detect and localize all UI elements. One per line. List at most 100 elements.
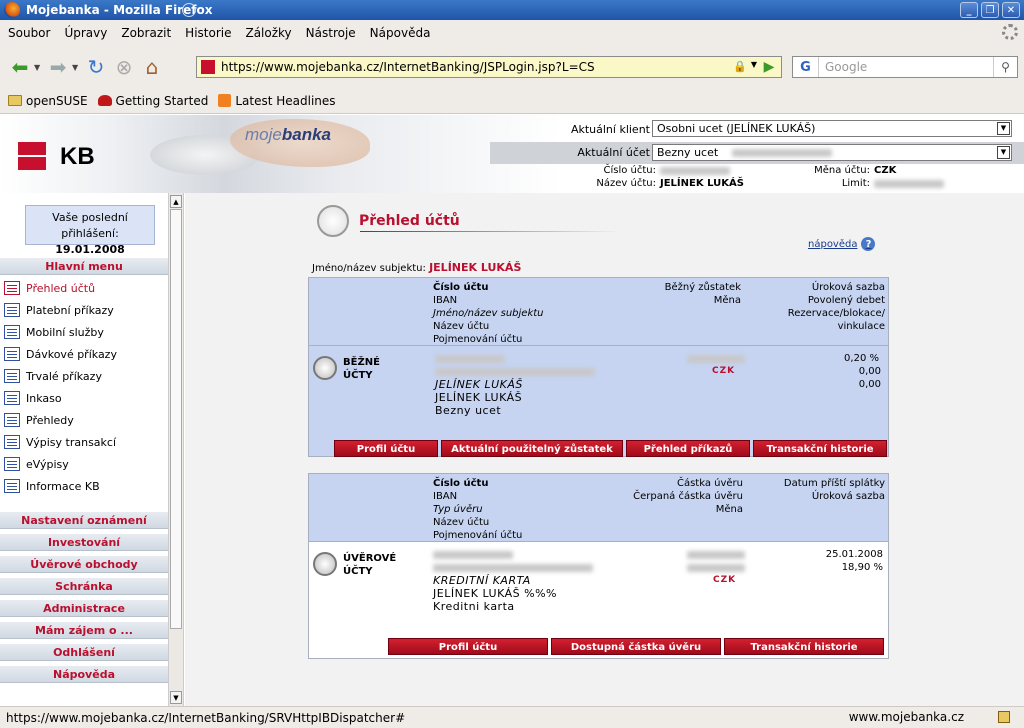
client-select[interactable]: Osobni ucet (JELÍNEK LUKÁŠ) ▼ [652, 120, 1012, 137]
account-select[interactable]: Bezny ucet ▼ [652, 144, 1012, 161]
maximize-button[interactable]: ❐ [981, 2, 999, 18]
sidebar-item-label: Výpisy transakcí [26, 435, 117, 449]
navigation-toolbar: ⬅ ▼ ➡ ▼ ↻ ⊗ ⌂ https://www.mojebanka.cz/I… [0, 46, 1024, 88]
main-menu-header[interactable]: Hlavní menu [0, 257, 168, 275]
sidebar-item-evypisy[interactable]: eVýpisy [0, 453, 168, 475]
section-schranka[interactable]: Schránka [0, 577, 168, 595]
back-dropdown-icon[interactable]: ▼ [34, 63, 44, 72]
acct-name-label: Název účtu: [596, 178, 656, 189]
help-text: nápověda [808, 238, 858, 250]
scroll-thumb[interactable] [170, 209, 182, 629]
search-input[interactable]: Google [819, 60, 993, 74]
section-administrace[interactable]: Administrace [0, 599, 168, 617]
forward-button[interactable]: ➡ [44, 53, 72, 81]
col-mena: Měna [713, 295, 741, 306]
sidebar-item-informace-kb[interactable]: Informace KB [0, 475, 168, 497]
bookmark-label: Getting Started [115, 93, 209, 108]
client-value: Osobni ucet (JELÍNEK LUKÁŠ) [657, 122, 816, 135]
menu-zalozky[interactable]: Záložky [245, 26, 291, 40]
blurred-balance [687, 352, 745, 365]
close-button[interactable]: ✕ [1002, 2, 1020, 18]
sidebar-item-label: Mobilní služby [26, 325, 104, 339]
scroll-up-icon[interactable]: ▲ [170, 195, 182, 208]
sidebar-item-prehledy[interactable]: Přehledy [0, 409, 168, 431]
blurred-account-number [433, 548, 513, 561]
sidebar-item-davkove-prikazy[interactable]: Dávkové příkazy [0, 343, 168, 365]
account-name: JELÍNEK LUKÁŠ %%% [433, 587, 557, 600]
col-castka-uveru: Částka úvěru [676, 478, 743, 489]
chevron-down-icon[interactable]: ▼ [997, 122, 1010, 135]
search-box[interactable]: G Google ⚲ [792, 56, 1018, 78]
currency-value: CZK [874, 165, 897, 176]
menu-napoveda[interactable]: Nápověda [370, 26, 431, 40]
available-balance-button[interactable]: Aktuální použitelný zůstatek [441, 440, 623, 457]
menu-historie[interactable]: Historie [185, 26, 231, 40]
sidebar-item-label: Přehled účtů [26, 281, 96, 295]
sidebar-item-mobilni-sluzby[interactable]: Mobilní služby [0, 321, 168, 343]
web-page: KB mojebanka Aktuální klient Osobni ucet… [0, 115, 1024, 706]
sidebar-item-platebni-prikazy[interactable]: Platební příkazy [0, 299, 168, 321]
orders-overview-button[interactable]: Přehled příkazů [626, 440, 750, 457]
bookmark-getting-started[interactable]: Getting Started [97, 93, 209, 108]
next-payment-date: 25.01.2008 [825, 549, 883, 560]
sync-icon [182, 3, 196, 17]
section-odhlaseni[interactable]: Odhlášení [0, 643, 168, 661]
section-nastaveni-oznameni[interactable]: Nastavení oznámení [0, 511, 168, 529]
col-pojmenovani: Pojmenování účtu [433, 334, 523, 345]
bookmark-opensuse[interactable]: openSUSE [8, 94, 88, 108]
overview-icon [4, 413, 20, 427]
brand-suffix: banka [281, 125, 331, 144]
blurred-iban [433, 561, 593, 574]
menu-soubor[interactable]: Soubor [8, 26, 50, 40]
left-sidebar: Vaše poslední přihlášení: 19.01.2008 12:… [0, 193, 184, 706]
available-credit-button[interactable]: Dostupná částka úvěru [551, 638, 721, 655]
folder-icon [8, 95, 22, 106]
profile-button[interactable]: Profil účtu [334, 440, 438, 457]
loan-profile-button[interactable]: Profil účtu [388, 638, 548, 655]
bookmark-label: openSUSE [26, 93, 88, 108]
sidebar-scrollbar[interactable]: ▲ ▼ [168, 193, 183, 706]
reload-button[interactable]: ↻ [82, 53, 110, 81]
bookmark-latest-headlines[interactable]: Latest Headlines [218, 94, 336, 108]
sidebar-item-trvale-prikazy[interactable]: Trvalé příkazy [0, 365, 168, 387]
menu-zobrazit[interactable]: Zobrazit [121, 26, 171, 40]
section-napoveda[interactable]: Nápověda [0, 665, 168, 683]
help-link[interactable]: nápověda? [808, 237, 876, 251]
lock-icon[interactable]: 🔒 [733, 60, 747, 73]
sidebar-item-prehled-uctu[interactable]: Přehled účtů [0, 277, 168, 299]
scroll-down-icon[interactable]: ▼ [170, 691, 182, 704]
blurred-drawn-amount [687, 561, 745, 574]
payment-icon [4, 303, 20, 317]
forward-dropdown-icon[interactable]: ▼ [72, 63, 82, 72]
stop-button[interactable]: ⊗ [110, 53, 138, 81]
sidebar-item-label: Platební příkazy [26, 303, 114, 317]
back-button[interactable]: ⬅ [6, 53, 34, 81]
section-uverove-obchody[interactable]: Úvěrové obchody [0, 555, 168, 573]
secure-lock-icon[interactable] [998, 711, 1010, 723]
account-currency: CZK [712, 366, 736, 376]
google-engine-icon[interactable]: G [793, 57, 819, 77]
sidebar-item-inkaso[interactable]: Inkaso [0, 387, 168, 409]
type-line-1: BĚŽNÉ [343, 357, 380, 368]
go-button[interactable]: ▶ [759, 58, 779, 76]
section-mam-zajem[interactable]: Mám zájem o ... [0, 621, 168, 639]
minimize-button[interactable]: _ [960, 2, 978, 18]
loan-transaction-history-button[interactable]: Transakční historie [724, 638, 884, 655]
col-rezervace: Rezervace/blokace/ [787, 308, 885, 319]
brand-prefix: moje [245, 125, 282, 144]
home-button[interactable]: ⌂ [138, 53, 166, 81]
help-icon[interactable]: ? [861, 237, 876, 251]
chevron-down-icon[interactable]: ▼ [997, 146, 1010, 159]
estatement-icon [4, 457, 20, 471]
blurred-account-number [435, 352, 505, 365]
url-dropdown-icon[interactable]: ▼ [751, 60, 757, 69]
section-investovani[interactable]: Investování [0, 533, 168, 551]
transaction-history-button[interactable]: Transakční historie [753, 440, 887, 457]
col-bezny-zustatek: Běžný zůstatek [664, 282, 741, 293]
menu-upravy[interactable]: Úpravy [64, 26, 107, 40]
menu-nastroje[interactable]: Nástroje [306, 26, 356, 40]
search-icon[interactable]: ⚲ [993, 57, 1017, 77]
sidebar-item-vypisy-transakci[interactable]: Výpisy transakcí [0, 431, 168, 453]
url-bar[interactable]: https://www.mojebanka.cz/InternetBanking… [196, 56, 782, 78]
currency-label: Měna účtu: [814, 165, 870, 176]
